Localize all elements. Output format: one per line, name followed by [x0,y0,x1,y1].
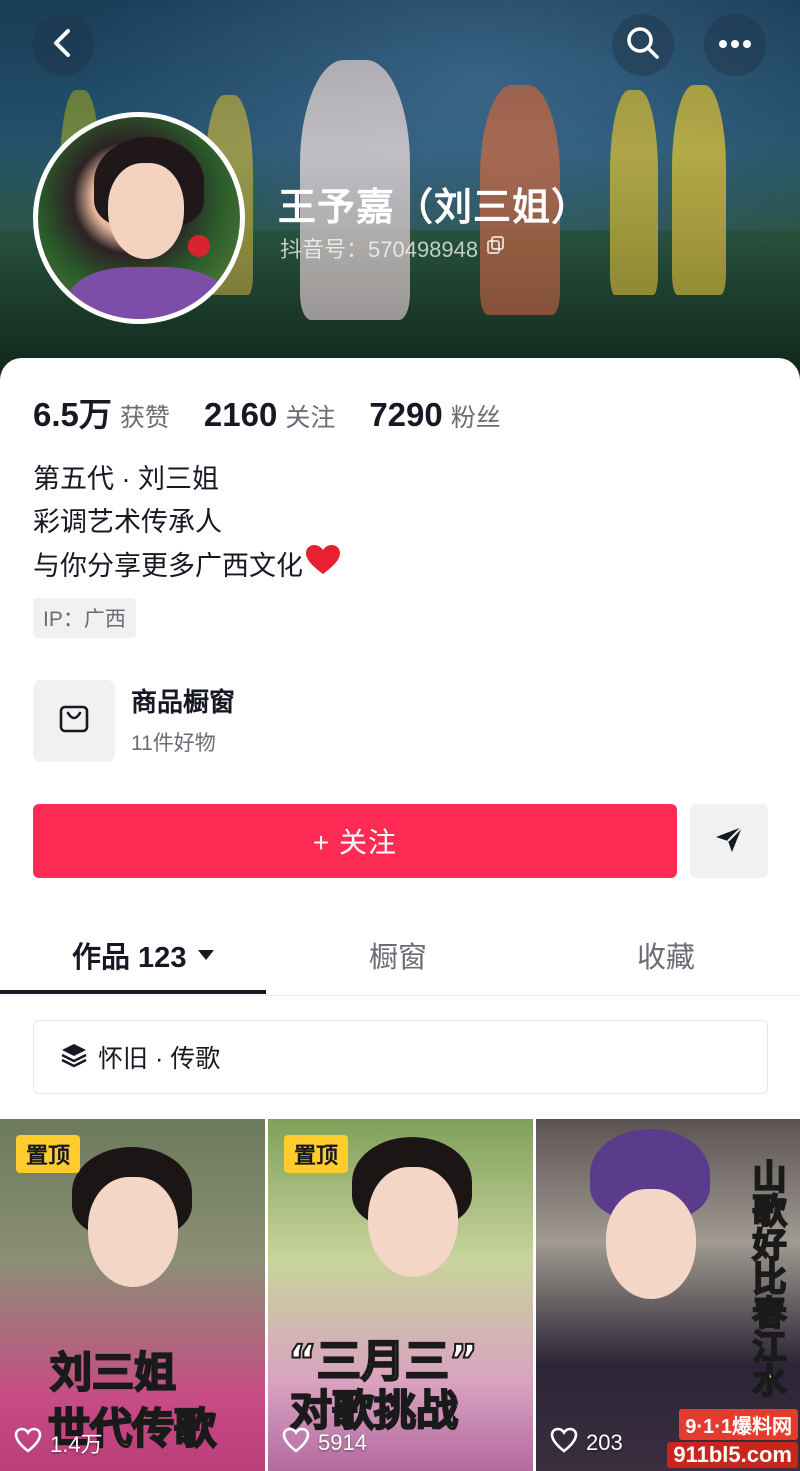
bio-line: 第五代 · 刘三姐 [33,464,219,494]
stat-value: 6.5万 [33,396,112,433]
profile-tabs: 作品 123 橱窗 收藏 [0,916,800,996]
tab-label: 作品 123 [72,942,187,974]
thumbnail-face [88,1177,178,1287]
douyin-id-text: 抖音号：570498948 [280,237,479,262]
profile-banner: 王予嘉（刘三姐） 抖音号：570498948 [0,0,800,380]
more-button[interactable] [704,14,766,76]
bio-line: 彩调艺术传承人 [33,507,222,537]
pinned-badge: 置顶 [16,1135,81,1173]
stat-label: 粉丝 [450,404,501,432]
video-tile[interactable]: 置顶 刘三姐 世代传歌 1.4万 [0,1119,265,1471]
collection-filter[interactable]: 怀旧 · 传歌 [33,1020,768,1094]
thumbnail-face [606,1189,696,1299]
follow-button[interactable]: + 关注 [33,804,677,878]
thumbnail-face [368,1167,458,1277]
video-caption: 山歌好比春江水 [745,1158,787,1398]
video-likes: 1.4万 [14,1427,103,1459]
stat-likes[interactable]: 6.5万 获赞 [33,388,170,436]
search-icon [626,26,660,65]
tab-window[interactable]: 橱窗 [369,934,427,976]
site-watermark: 9·1·1爆料网 911bl5.com [640,1406,798,1470]
bio-line-text: 与你分享更多广西文化 [33,551,303,581]
back-button[interactable] [32,14,94,76]
copy-icon[interactable] [486,235,506,261]
tab-favorites[interactable]: 收藏 [637,934,695,976]
ip-location-tag: IP：广西 [33,598,136,638]
profile-card: 6.5万 获赞 2160 关注 7290 粉丝 第五代 · 刘三姐 彩调艺术传承… [0,358,800,1471]
like-icon [14,1427,42,1459]
video-caption: 刘三姐 [49,1347,177,1398]
like-icon [550,1427,578,1459]
video-tile[interactable]: 置顶 “三月三” 对歌挑战 5914 [268,1119,533,1471]
profile-stats: 6.5万 获赞 2160 关注 7290 粉丝 [33,388,535,436]
pinned-badge: 置顶 [284,1135,349,1173]
more-icon [718,36,752,54]
search-button[interactable] [612,14,674,76]
like-count: 203 [586,1430,623,1455]
avatar[interactable] [33,112,245,324]
shop-subtitle: 11件好物 [131,732,216,755]
stat-value: 2160 [203,396,278,433]
stat-label: 关注 [285,404,336,432]
shop-title: 商品橱窗 [131,687,236,717]
caret-down-icon [198,950,215,960]
watermark-line: 9·1·1爆料网 [679,1408,798,1440]
collection-label: 怀旧 · 传歌 [98,1045,221,1073]
shop-icon-box [33,680,115,762]
layers-icon [60,1042,88,1073]
shop-text: 商品橱窗 11件好物 [131,685,235,757]
watermark-line: 911bl5.com [667,1441,798,1468]
shop-window-entry[interactable]: 商品橱窗 11件好物 [33,680,235,762]
stat-label: 获赞 [119,404,170,432]
like-icon [282,1427,310,1459]
profile-bio: 第五代 · 刘三姐 彩调艺术传承人 与你分享更多广西文化 [33,458,341,589]
send-icon [714,825,744,858]
tab-works[interactable]: 作品 123 [72,934,215,976]
profile-name: 王予嘉（刘三姐） [278,187,591,229]
avatar-flower [188,235,210,257]
douyin-id[interactable]: 抖音号：570498948 [280,232,506,264]
back-icon [50,28,76,63]
avatar-clothing [68,267,228,319]
like-count: 1.4万 [50,1432,103,1457]
video-likes: 203 [550,1427,623,1459]
heart-icon [305,544,341,589]
like-count: 5914 [318,1430,367,1455]
video-likes: 5914 [282,1427,367,1459]
stat-following[interactable]: 2160 关注 [204,396,335,434]
shopping-bag-icon [58,703,90,740]
tab-indicator [0,990,266,994]
stat-value: 7290 [369,396,443,433]
bio-line: 与你分享更多广西文化 [33,544,341,589]
avatar-face [108,163,184,259]
stat-followers[interactable]: 7290 粉丝 [369,396,500,434]
share-button[interactable] [690,804,768,878]
